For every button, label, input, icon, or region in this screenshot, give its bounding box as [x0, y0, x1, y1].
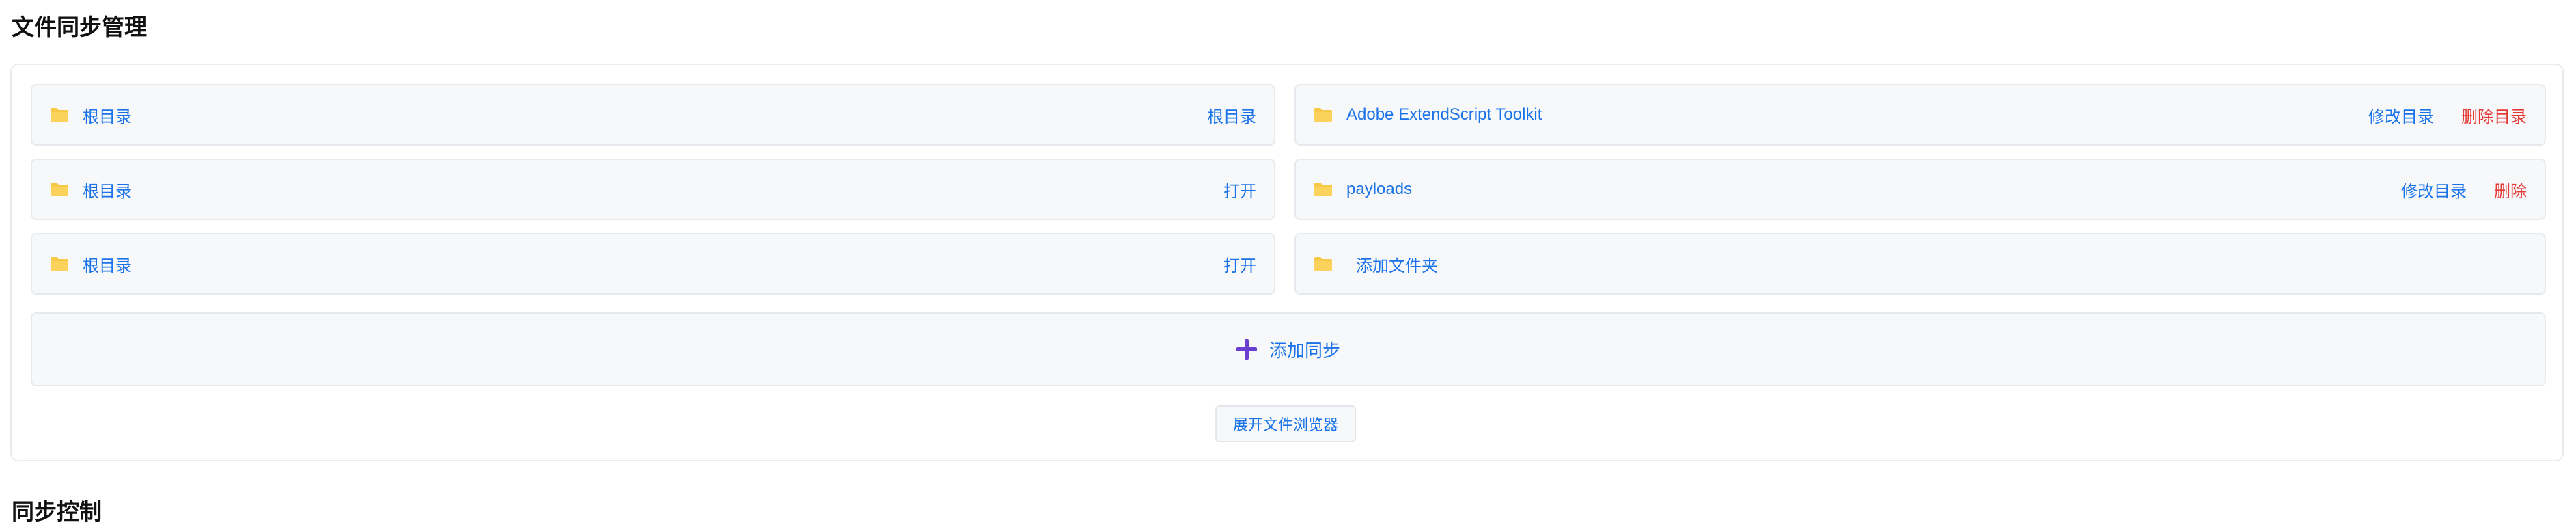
remote-path-link[interactable]: payloads — [1346, 180, 1412, 199]
add-folder-button[interactable]: 添加文件夹 — [1356, 252, 1438, 276]
local-folder-cell: 根目录 打开 — [31, 159, 1275, 220]
remote-path-link[interactable]: Adobe ExtendScript Toolkit — [1346, 105, 1542, 124]
delete-directory-button[interactable]: 删除目录 — [2461, 103, 2527, 127]
open-button[interactable]: 打开 — [1223, 252, 1256, 276]
remote-folder-cell: 添加文件夹 — [1294, 233, 2546, 295]
folder-icon — [1314, 182, 1333, 197]
add-sync-button[interactable]: 添加同步 — [31, 312, 2546, 386]
sync-row: 根目录 打开 添加文件夹 — [31, 233, 2546, 295]
modify-directory-button[interactable]: 修改目录 — [2401, 178, 2467, 202]
local-path-link[interactable]: 根目录 — [83, 103, 132, 127]
local-folder-cell: 根目录 打开 — [31, 233, 1275, 295]
plus-icon — [1236, 339, 1257, 360]
folder-icon — [50, 107, 69, 122]
local-folder-cell: 根目录 根目录 — [31, 84, 1275, 146]
remote-folder-cell: payloads 修改目录 删除 — [1294, 159, 2546, 220]
add-sync-label: 添加同步 — [1269, 340, 1340, 361]
remote-folder-cell: Adobe ExtendScript Toolkit 修改目录 删除目录 — [1294, 84, 2546, 146]
delete-button[interactable]: 删除 — [2494, 178, 2527, 202]
expand-file-browser-button[interactable]: 展开文件浏览器 — [1215, 405, 1356, 442]
section-title-sync-control: 同步控制 — [12, 499, 102, 524]
sync-panel: 根目录 根目录 Adobe ExtendScript Toolkit 修改目录 … — [10, 64, 2564, 461]
folder-icon — [50, 182, 69, 197]
modify-directory-button[interactable]: 修改目录 — [2368, 103, 2434, 127]
local-path-link[interactable]: 根目录 — [83, 252, 132, 276]
folder-icon — [1314, 107, 1333, 122]
local-path-link[interactable]: 根目录 — [83, 178, 132, 202]
sync-row: 根目录 根目录 Adobe ExtendScript Toolkit 修改目录 … — [31, 84, 2546, 146]
sync-row: 根目录 打开 payloads 修改目录 删除 — [31, 159, 2546, 220]
local-root-button[interactable]: 根目录 — [1207, 103, 1256, 127]
open-button[interactable]: 打开 — [1223, 178, 1256, 202]
page-title: 文件同步管理 — [12, 14, 147, 40]
folder-icon — [1314, 256, 1333, 271]
folder-icon — [50, 256, 69, 271]
